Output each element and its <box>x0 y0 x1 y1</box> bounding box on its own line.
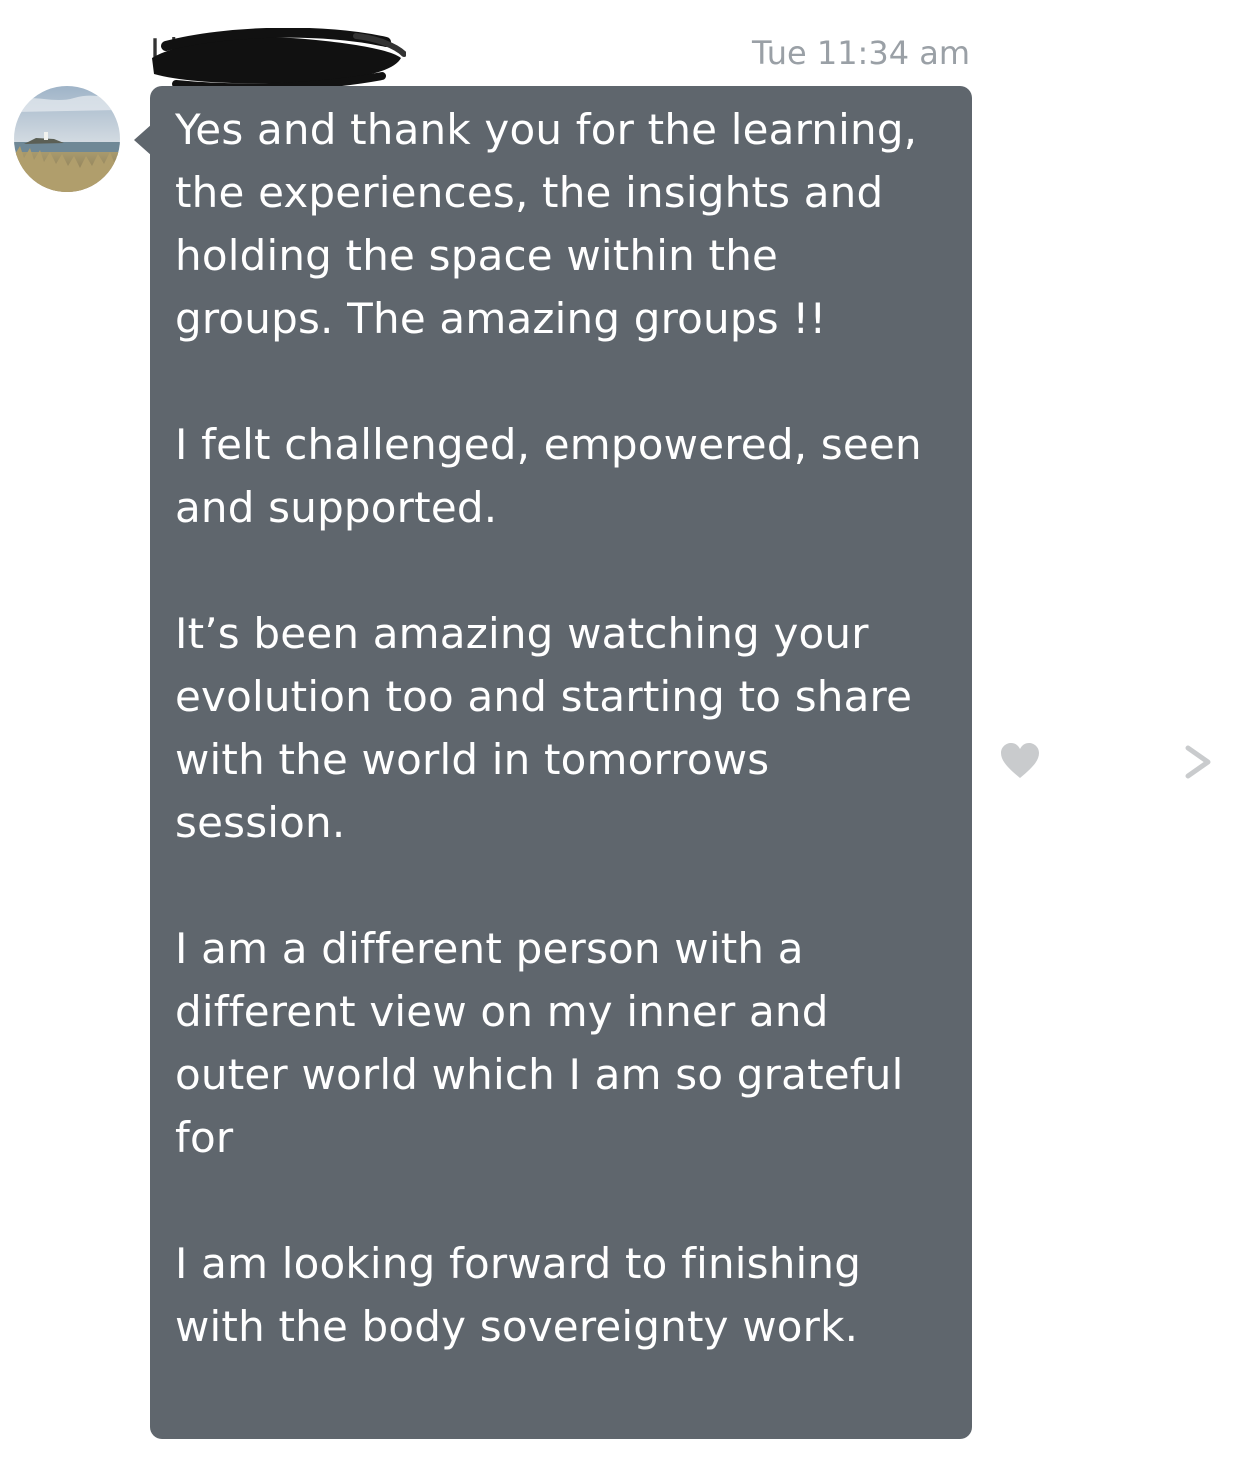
avatar[interactable] <box>14 86 120 192</box>
message-bubble[interactable]: Yes and thank you for the learning, the … <box>150 86 972 1439</box>
message-paragraph-1: Yes and thank you for the learning, the … <box>175 105 918 343</box>
message-paragraph-5: I am looking forward to finishing with t… <box>175 1239 862 1351</box>
redaction-scribble <box>152 28 406 90</box>
chevron-right-icon[interactable] <box>1182 742 1216 782</box>
message-header: Linda Drave Tue 11:34 am <box>150 28 972 90</box>
message-paragraph-2: I felt challenged, empowered, seen and s… <box>175 420 922 532</box>
message-paragraph-3: It’s been amazing watching your evolutio… <box>175 609 913 847</box>
message-paragraph-4: I am a different person with a different… <box>175 924 904 1162</box>
heart-icon[interactable] <box>1000 742 1040 780</box>
message-timestamp: Tue 11:34 am <box>752 34 970 72</box>
avatar-photo <box>14 86 120 192</box>
